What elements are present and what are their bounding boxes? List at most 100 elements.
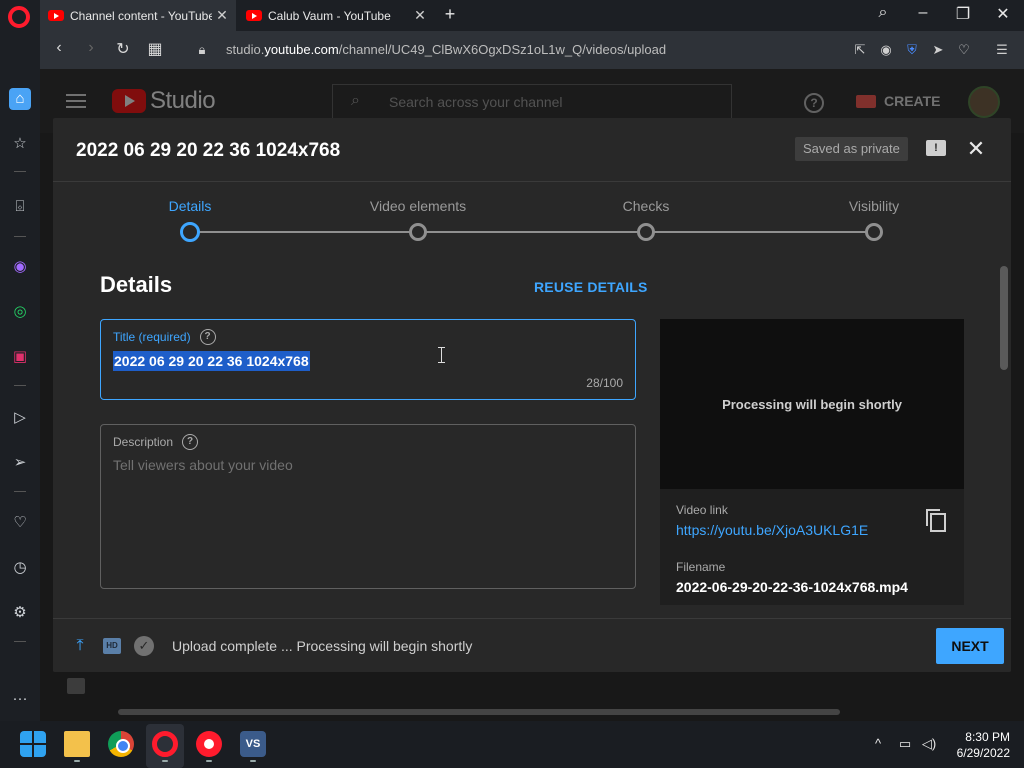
step-dot-checks[interactable] <box>637 223 655 241</box>
volume-icon[interactable]: ◁) <box>920 736 938 752</box>
lock-icon[interactable]: 🔒︎ <box>194 42 210 58</box>
help-question-icon[interactable]: ? <box>182 434 199 450</box>
tab-label: Channel content - YouTube <box>70 8 212 23</box>
stepper-line <box>189 231 874 233</box>
step-checks[interactable]: Checks <box>576 198 716 214</box>
title-char-counter: 28/100 <box>586 376 623 390</box>
step-dot-visibility[interactable] <box>865 223 883 241</box>
sidebar-divider <box>14 171 26 172</box>
search-tabs-icon[interactable]: ⌕ <box>868 4 898 22</box>
copy-icon[interactable] <box>926 509 946 532</box>
horizontal-scrollbar[interactable] <box>118 709 840 715</box>
title-field[interactable]: Title (required) ? 2022 06 29 20 22 36 1… <box>100 319 636 400</box>
video-preview-panel: Processing will begin shortly Video link… <box>660 319 964 605</box>
speed-dial-icon[interactable]: ☆ <box>9 133 31 155</box>
opera-taskbar-icon[interactable] <box>152 731 178 757</box>
studio-search-input[interactable]: ⌕ Search across your channel <box>332 84 732 120</box>
tray-chevron-icon[interactable]: ^ <box>869 736 887 751</box>
instagram-icon[interactable]: ▣ <box>9 346 31 368</box>
visual-studio-icon[interactable]: VS <box>240 731 266 757</box>
flow-send-icon[interactable]: ➢ <box>9 452 31 474</box>
settings-gear-icon[interactable]: ⚙ <box>9 602 31 624</box>
back-icon[interactable]: ‹ <box>48 39 70 57</box>
url-host: youtube.com <box>264 42 339 57</box>
opera-logo-icon[interactable] <box>8 6 30 28</box>
step-dot-details[interactable] <box>180 222 200 242</box>
description-field[interactable]: Description ? Tell viewers about your vi… <box>100 424 636 589</box>
history-clock-icon[interactable]: ◷ <box>9 557 31 579</box>
url-prefix: studio. <box>226 42 265 57</box>
feedback-icon[interactable]: ! <box>926 140 946 156</box>
restore-icon[interactable]: ❐ <box>948 4 978 24</box>
page-feedback-icon[interactable] <box>67 678 85 694</box>
title-label-text: Title (required) <box>113 330 191 344</box>
home-icon[interactable]: ⌂ <box>9 88 31 110</box>
whatsapp-icon[interactable]: ◎ <box>9 301 31 323</box>
network-icon[interactable]: ▭ <box>896 736 914 752</box>
next-button[interactable]: NEXT <box>936 628 1004 664</box>
clock-date: 6/29/2022 <box>956 746 1010 760</box>
messenger-icon[interactable]: ◉ <box>9 256 31 278</box>
shopping-bag-icon[interactable]: ⌺ <box>9 196 31 218</box>
step-dot-video-elements[interactable] <box>409 223 427 241</box>
share-icon[interactable]: ⇱ <box>852 42 868 58</box>
browser-tab-bar: Channel content - YouTube ✕ Calub Vaum -… <box>0 0 1024 31</box>
window-close-icon[interactable]: ✕ <box>988 4 1018 24</box>
checks-icon[interactable]: ✓ <box>134 636 154 656</box>
taskbar-clock[interactable]: 8:30 PM 6/29/2022 <box>946 729 1010 761</box>
opera-sidebar: ⌂ ☆ ⌺ ◉ ◎ ▣ ▷ ➢ ♡ ◷ ⚙ ··· <box>0 31 40 721</box>
vpn-shield-icon[interactable]: ⛨ <box>904 42 920 58</box>
upload-icon[interactable]: ⤒ <box>71 637 89 655</box>
player-icon[interactable]: ▷ <box>9 407 31 429</box>
chrome-icon[interactable] <box>108 731 134 757</box>
easy-setup-icon[interactable]: ☰ <box>994 42 1010 58</box>
video-link[interactable]: https://youtu.be/XjoA3UKLG1E <box>676 522 868 538</box>
tab-channel-content[interactable]: Channel content - YouTube ✕ <box>40 0 236 31</box>
tab-calub-vaum[interactable]: Calub Vaum - YouTube ✕ <box>238 0 434 31</box>
step-visibility[interactable]: Visibility <box>804 198 944 214</box>
create-label: CREATE <box>884 93 941 109</box>
help-icon[interactable]: ? <box>804 93 824 113</box>
address-bar: ‹ › ↻ ▦ 🔒︎ studio.youtube.com/channel/UC… <box>40 31 1024 69</box>
title-input-value[interactable]: 2022 06 29 20 22 36 1024x768 <box>113 351 310 371</box>
running-indicator <box>250 760 256 762</box>
windows-start-icon[interactable] <box>20 731 46 757</box>
dialog-scrollbar[interactable] <box>1000 266 1008 370</box>
file-explorer-icon[interactable] <box>64 731 90 757</box>
new-tab-icon[interactable]: + <box>440 4 460 26</box>
search-icon: ⌕ <box>351 92 360 109</box>
clock-time: 8:30 PM <box>965 730 1010 744</box>
more-options-icon[interactable]: ··· <box>9 688 31 710</box>
url-field[interactable]: studio.youtube.com/channel/UC49_ClBwX6Og… <box>226 42 666 57</box>
step-video-elements[interactable]: Video elements <box>348 198 488 214</box>
tab-close-icon[interactable]: ✕ <box>410 7 430 24</box>
avatar[interactable] <box>968 86 1000 118</box>
help-question-icon[interactable]: ? <box>199 329 216 345</box>
youtube-logo-icon[interactable] <box>112 89 146 113</box>
dialog-footer: ⤒ HD ✓ Upload complete ... Processing wi… <box>53 618 1011 672</box>
reload-icon[interactable]: ↻ <box>112 39 134 59</box>
tab-grid-icon[interactable]: ▦ <box>144 39 166 59</box>
reuse-details-button[interactable]: REUSE DETAILS <box>534 279 648 295</box>
tab-close-icon[interactable]: ✕ <box>212 7 232 24</box>
tab-label: Calub Vaum - YouTube <box>268 8 391 23</box>
upload-stepper: Details Video elements Checks Visibility <box>53 182 1011 250</box>
forward-icon[interactable]: › <box>80 39 102 57</box>
title-field-label: Title (required) ? <box>113 329 216 345</box>
youtube-favicon-icon <box>48 10 64 21</box>
create-button[interactable]: CREATE <box>856 93 941 109</box>
details-heading: Details <box>100 272 173 297</box>
close-icon[interactable]: ✕ <box>963 136 989 162</box>
heart-icon[interactable]: ♡ <box>956 42 972 58</box>
upload-status-text: Upload complete ... Processing will begi… <box>172 638 473 654</box>
dialog-title: 2022 06 29 20 22 36 1024x768 <box>76 140 341 161</box>
step-details[interactable]: Details <box>120 198 260 214</box>
favorites-heart-icon[interactable]: ♡ <box>9 512 31 534</box>
screen-recorder-icon[interactable] <box>196 731 222 757</box>
minimize-icon[interactable]: – <box>908 4 938 22</box>
saved-status-badge: Saved as private <box>795 137 908 161</box>
send-icon[interactable]: ➤ <box>930 42 946 58</box>
hd-icon[interactable]: HD <box>103 638 121 654</box>
snapshot-icon[interactable]: ◉ <box>878 42 894 58</box>
menu-icon[interactable] <box>66 94 86 108</box>
